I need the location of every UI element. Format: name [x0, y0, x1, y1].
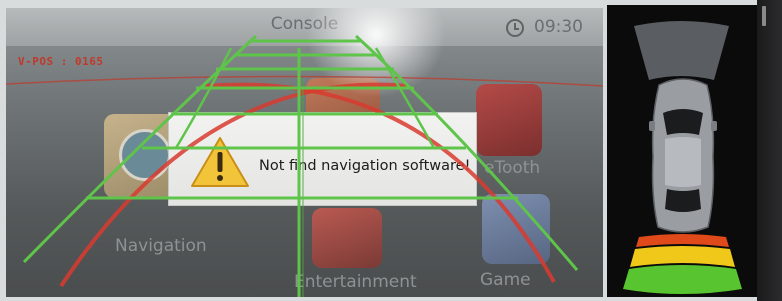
- horizon-line: [6, 75, 603, 87]
- front-sensor-zone: [634, 21, 729, 80]
- rear-zone-green: [623, 265, 742, 294]
- car-icon: [649, 78, 717, 233]
- head-unit-screen: Console 09:30 Navigation eTooth Entertai…: [6, 8, 603, 297]
- rear-zone-red: [636, 234, 729, 247]
- rear-zone-yellow: [630, 246, 735, 267]
- parking-guidelines: [6, 34, 603, 297]
- guide-inner-line: [374, 47, 436, 149]
- guide-inner-line: [174, 47, 233, 149]
- rear-sensor-zone: [623, 234, 742, 294]
- parking-sensor-panel: [607, 5, 757, 297]
- device-bezel: [757, 0, 782, 301]
- photo-frame: Console 09:30 Navigation eTooth Entertai…: [0, 0, 782, 301]
- bezel-marker: [762, 6, 766, 26]
